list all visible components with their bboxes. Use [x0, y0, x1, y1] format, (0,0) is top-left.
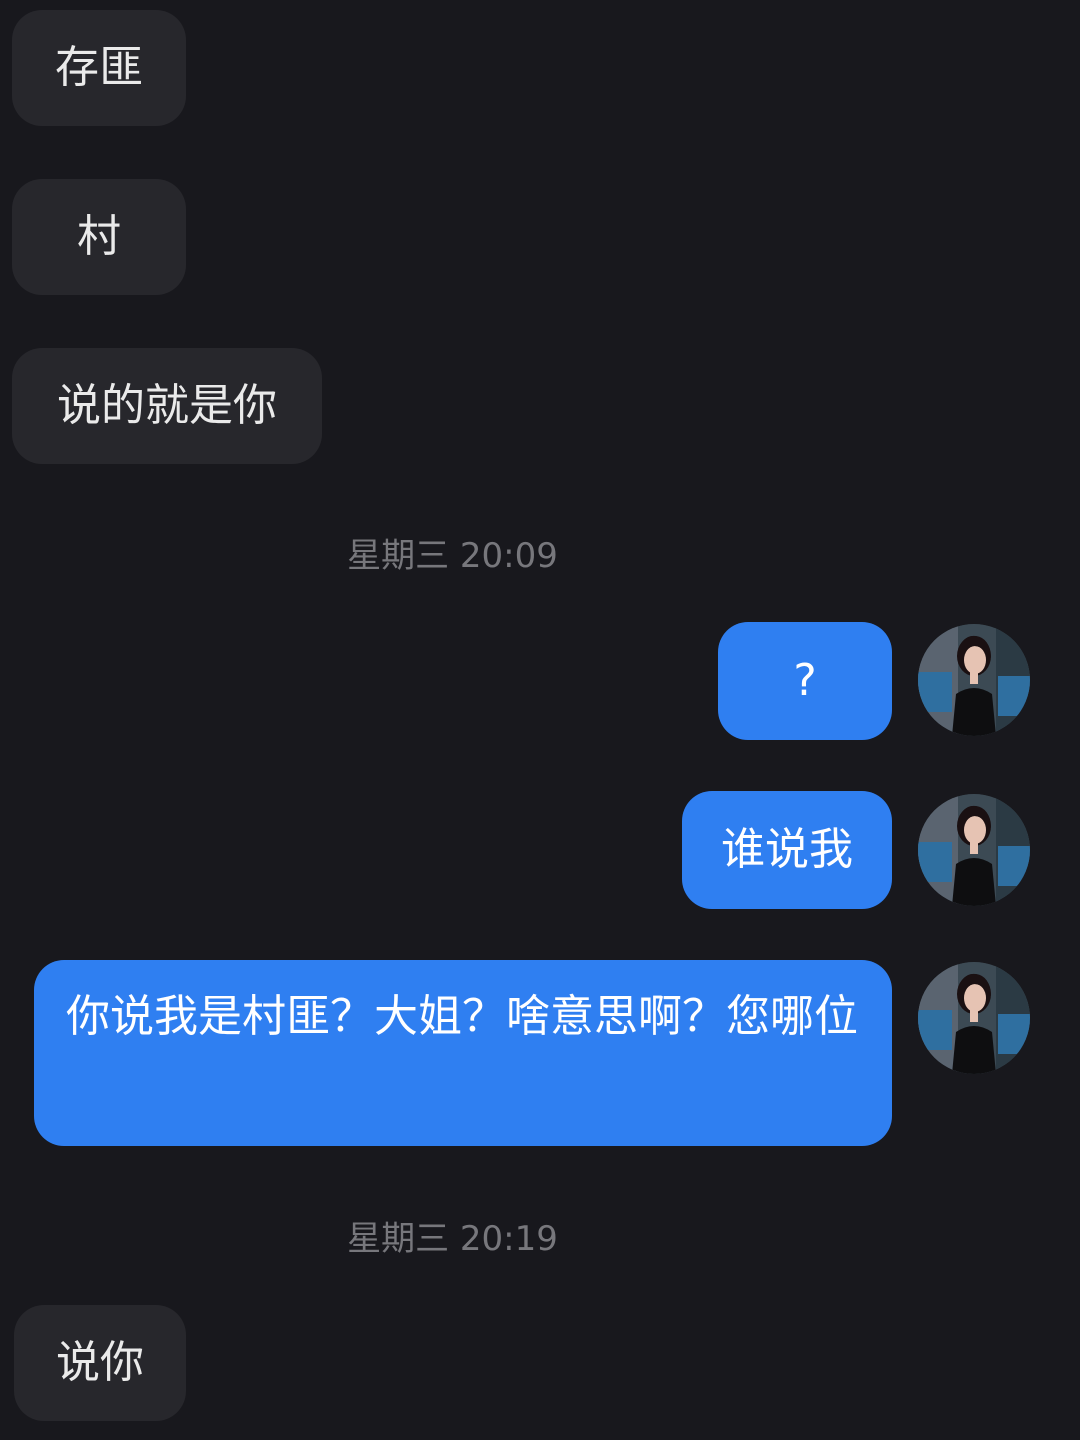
user-avatar[interactable]	[918, 962, 1030, 1074]
message-text: 你说我是村匪？大姐？啥意思啊？您哪位	[66, 991, 858, 1042]
message-text: 说你	[56, 1337, 144, 1388]
message-text: 村	[77, 211, 121, 262]
avatar-photo-icon	[918, 794, 1030, 906]
user-avatar[interactable]	[918, 624, 1030, 736]
avatar-photo-icon	[918, 962, 1030, 1074]
received-message-bubble[interactable]: 村	[12, 179, 186, 295]
sent-message-bubble[interactable]: ?	[718, 622, 892, 740]
message-text: 说的就是你	[57, 380, 277, 431]
received-message-bubble[interactable]: 存匪	[12, 10, 186, 126]
sent-message-bubble[interactable]: 谁说我	[682, 791, 892, 909]
user-avatar[interactable]	[918, 794, 1030, 906]
message-text: 存匪	[55, 42, 143, 93]
message-timestamp: 星期三 20:09	[347, 536, 558, 576]
avatar-photo-icon	[918, 624, 1030, 736]
sent-message-bubble[interactable]: 你说我是村匪？大姐？啥意思啊？您哪位	[34, 960, 892, 1146]
message-text: 谁说我	[721, 824, 853, 875]
message-timestamp: 星期三 20:19	[347, 1219, 558, 1259]
received-message-bubble[interactable]: 说你	[14, 1305, 186, 1421]
chat-thread[interactable]: 存匪 村 说的就是你 星期三 20:09 ? 谁说我 你说我是村匪？大姐？啥意思…	[0, 0, 1080, 1440]
message-text: ?	[793, 655, 817, 706]
received-message-bubble[interactable]: 说的就是你	[12, 348, 322, 464]
